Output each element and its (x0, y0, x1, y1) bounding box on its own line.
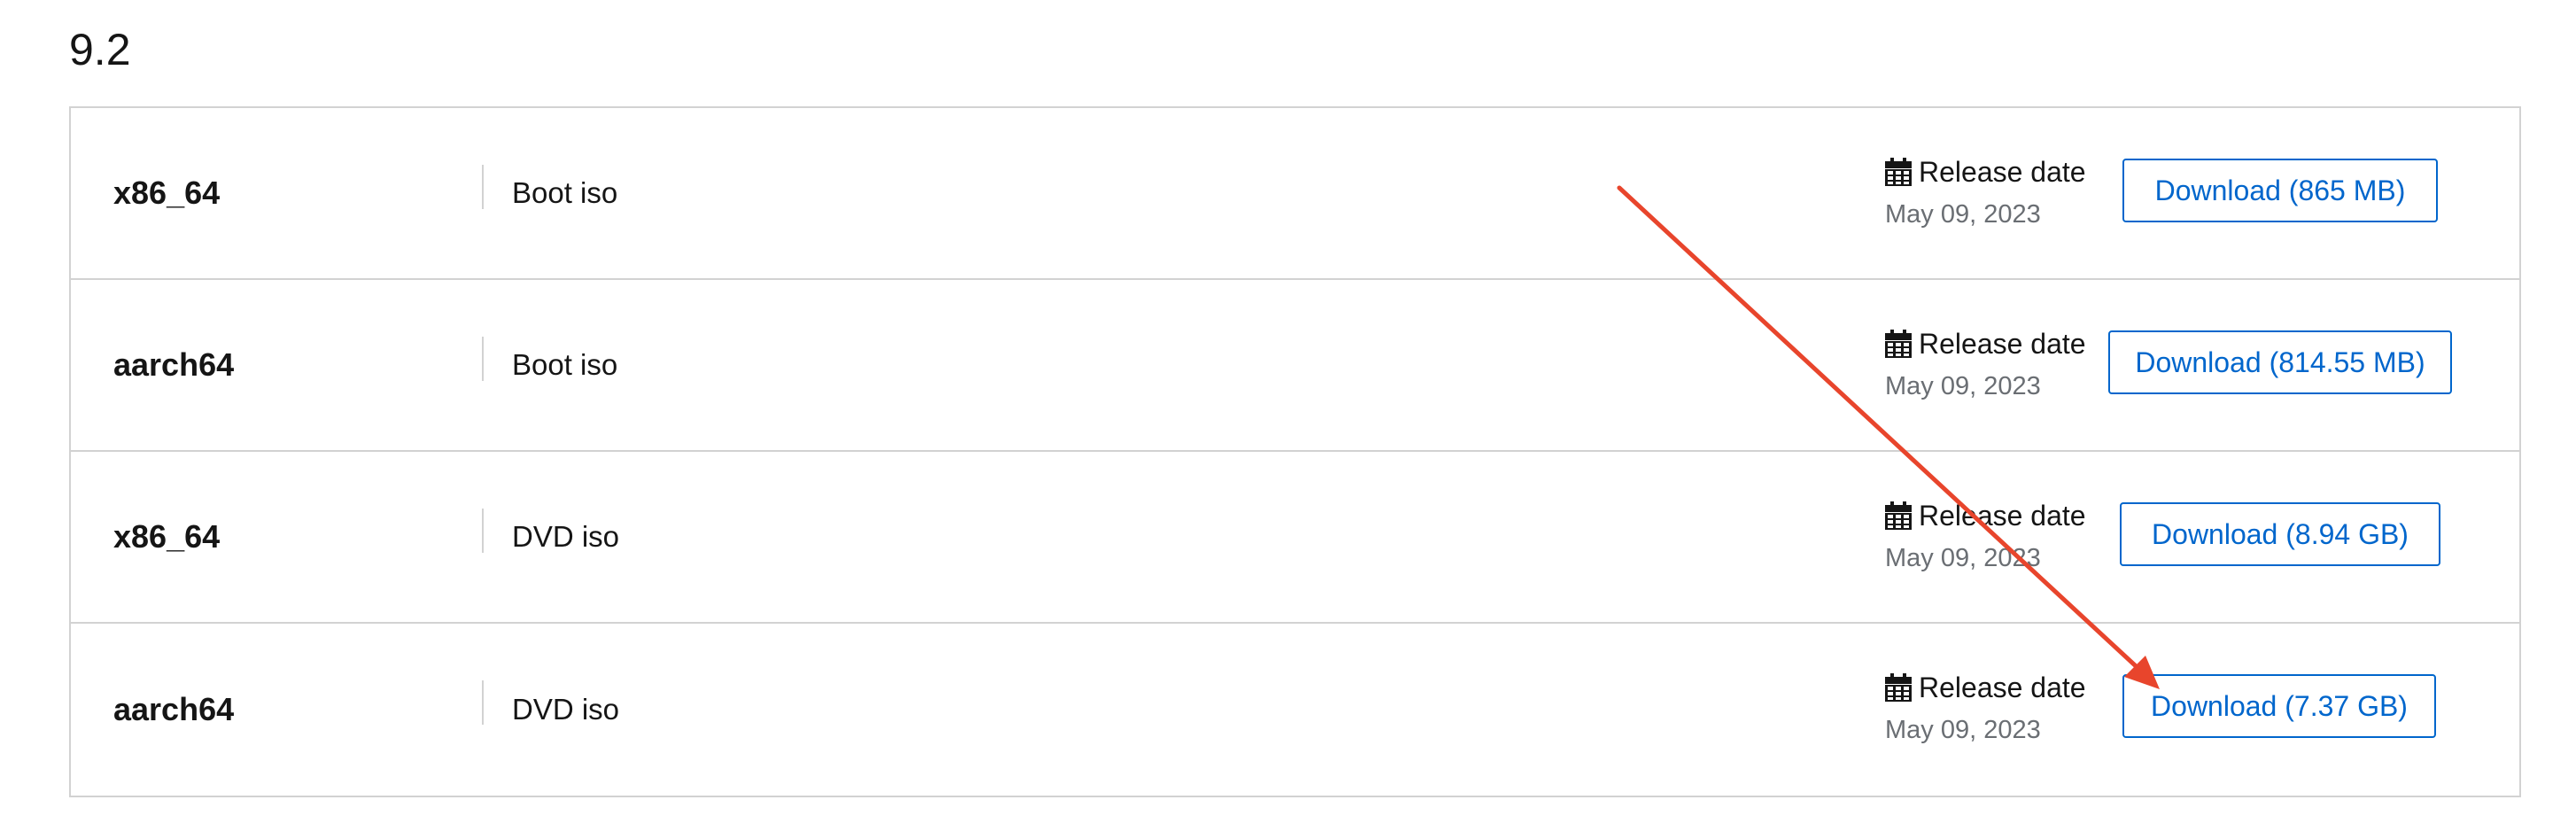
column-divider (482, 680, 484, 725)
release-date-label-text: Release date (1919, 156, 2086, 188)
architecture-label: aarch64 (113, 691, 235, 727)
architecture-label: aarch64 (113, 346, 235, 383)
download-button[interactable]: Download (865 MB) (2122, 159, 2438, 222)
release-info: Release date May 09, 2023 (1885, 326, 2086, 404)
image-type-label: Boot iso (512, 348, 618, 381)
release-date-value: May 09, 2023 (1885, 200, 2041, 229)
download-button[interactable]: Download (7.37 GB) (2122, 674, 2436, 738)
page: 9.2 x86_64 Boot iso Release date May 09,… (0, 0, 2576, 831)
release-date-label-text: Release date (1919, 500, 2086, 532)
column-divider (482, 509, 484, 553)
calendar-icon (1885, 673, 1912, 702)
release-date-label-text: Release date (1919, 328, 2086, 360)
architecture-label: x86_64 (113, 175, 221, 211)
image-type-label: Boot iso (512, 176, 618, 209)
download-button[interactable]: Download (814.55 MB) (2108, 330, 2452, 394)
release-date-label: Release date (1885, 670, 2086, 705)
release-date-value: May 09, 2023 (1885, 716, 2041, 744)
image-type-label: DVD iso (512, 520, 620, 553)
download-row: aarch64 DVD iso Release date May 09, 202… (71, 624, 2519, 796)
calendar-icon (1885, 158, 1912, 186)
release-date-label: Release date (1885, 154, 2086, 190)
download-list: x86_64 Boot iso Release date May 09, 202… (69, 106, 2521, 797)
release-date-label: Release date (1885, 498, 2086, 533)
download-row: x86_64 Boot iso Release date May 09, 202… (71, 108, 2519, 280)
version-title: 9.2 (69, 25, 131, 74)
release-date-value: May 09, 2023 (1885, 372, 2041, 400)
download-button[interactable]: Download (8.94 GB) (2120, 502, 2440, 566)
release-date-label-text: Release date (1919, 672, 2086, 703)
calendar-icon (1885, 330, 1912, 358)
release-info: Release date May 09, 2023 (1885, 154, 2086, 232)
release-info: Release date May 09, 2023 (1885, 670, 2086, 748)
download-row: aarch64 Boot iso Release date May 09, 20… (71, 280, 2519, 452)
image-type-label: DVD iso (512, 693, 620, 726)
architecture-label: x86_64 (113, 518, 221, 555)
release-info: Release date May 09, 2023 (1885, 498, 2086, 576)
calendar-icon (1885, 501, 1912, 530)
download-row: x86_64 DVD iso Release date May 09, 2023… (71, 452, 2519, 624)
column-divider (482, 337, 484, 381)
column-divider (482, 165, 484, 209)
release-date-label: Release date (1885, 326, 2086, 361)
release-date-value: May 09, 2023 (1885, 544, 2041, 572)
